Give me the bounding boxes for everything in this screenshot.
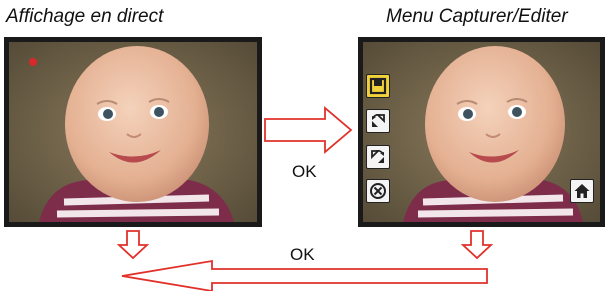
rotate-left-button[interactable]	[366, 109, 390, 133]
rotate-right-button[interactable]	[366, 145, 390, 169]
down-arrow-left	[116, 230, 150, 260]
baby-photo	[9, 42, 257, 222]
save-icon	[369, 77, 387, 95]
live-view-screen	[4, 37, 262, 227]
capture-edit-menu-screen	[358, 37, 605, 227]
live-view-caption: Affichage en direct	[6, 6, 164, 27]
recording-indicator-dot	[29, 58, 37, 66]
home-icon	[574, 184, 590, 198]
rotate-right-icon	[371, 150, 384, 163]
rotate-left-icon	[372, 114, 385, 127]
ok-label-to-menu: OK	[292, 162, 317, 181]
return-arrow-left	[121, 259, 488, 291]
down-arrow-right	[460, 230, 494, 260]
capture-edit-menu-caption: Menu Capturer/Editer	[386, 6, 568, 27]
home-button[interactable]	[570, 179, 594, 203]
cancel-icon	[370, 183, 386, 199]
save-button[interactable]	[366, 74, 390, 98]
cancel-button[interactable]	[366, 179, 390, 203]
baby-photo	[363, 42, 600, 222]
ok-label-return: OK	[290, 245, 315, 264]
right-arrow	[264, 106, 353, 154]
